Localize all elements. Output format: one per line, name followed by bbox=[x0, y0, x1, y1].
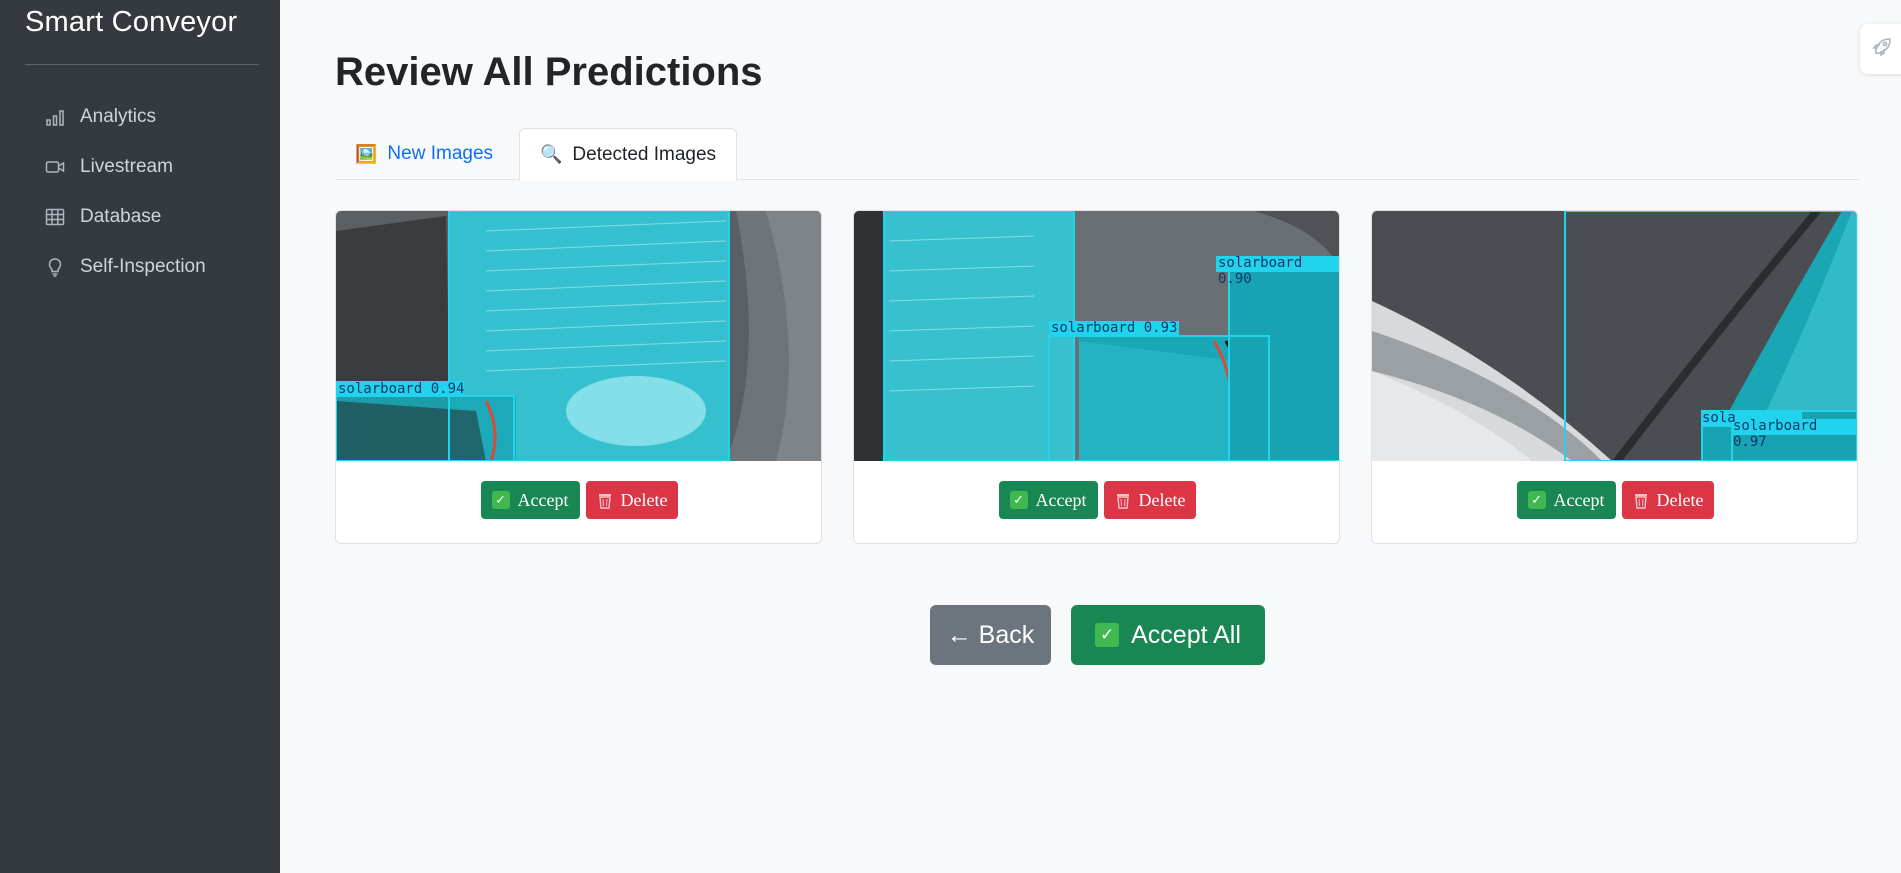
tab-detected-images[interactable]: 🔍 Detected Images bbox=[519, 128, 738, 181]
table-icon bbox=[44, 206, 66, 228]
sidebar-item-label: Analytics bbox=[80, 106, 157, 127]
sidebar-item-livestream[interactable]: Livestream bbox=[0, 142, 280, 192]
accept-label: Accept bbox=[517, 489, 569, 510]
card-actions: ✓ Accept Delete bbox=[854, 481, 1339, 519]
trash-icon bbox=[1115, 491, 1131, 509]
trash-icon bbox=[597, 491, 613, 509]
lightbulb-icon bbox=[44, 256, 66, 278]
delete-button[interactable]: Delete bbox=[585, 481, 679, 519]
detection-label: solarboard 0.93 bbox=[1051, 320, 1178, 336]
prediction-image: sola solarboard 0.97 bbox=[1372, 211, 1857, 461]
tab-label: New Images bbox=[387, 143, 494, 164]
tab-new-images[interactable]: 🖼️ New Images bbox=[335, 128, 513, 180]
card-actions: ✓ Accept Delete bbox=[336, 481, 821, 519]
page-title: Review All Predictions bbox=[335, 50, 763, 94]
detection-label: solarboard 0.90 bbox=[1218, 255, 1303, 287]
accept-label: Accept bbox=[1553, 489, 1605, 510]
delete-label: Delete bbox=[1138, 489, 1186, 510]
check-icon: ✓ bbox=[1527, 491, 1546, 509]
check-icon: ✓ bbox=[1009, 491, 1028, 509]
brand-divider bbox=[25, 64, 259, 65]
rocket-launch-button[interactable] bbox=[1860, 24, 1901, 74]
prediction-card: solarboard 0.94 ✓ Accept Delete bbox=[335, 210, 822, 544]
sidebar-nav: Analytics Livestream Database Self-Inspe… bbox=[0, 92, 280, 292]
sidebar: Smart Conveyor Analytics Livestream Data… bbox=[0, 0, 280, 873]
detection-label: solarboard 0.97 bbox=[1733, 418, 1818, 450]
camera-video-icon bbox=[44, 156, 66, 178]
card-actions: ✓ Accept Delete bbox=[1372, 481, 1857, 519]
rocket-icon bbox=[1871, 36, 1893, 63]
accept-all-button[interactable]: ✓ Accept All bbox=[1071, 605, 1265, 665]
check-icon: ✓ bbox=[1095, 623, 1120, 647]
bar-chart-icon bbox=[44, 106, 66, 128]
prediction-image: solarboard 0.94 bbox=[336, 211, 821, 461]
brand-title[interactable]: Smart Conveyor bbox=[25, 6, 237, 39]
delete-button[interactable]: Delete bbox=[1103, 481, 1197, 519]
back-button[interactable]: ← Back bbox=[930, 605, 1051, 665]
accept-button[interactable]: ✓ Accept bbox=[998, 481, 1098, 519]
accept-button[interactable]: ✓ Accept bbox=[480, 481, 580, 519]
accept-all-label: Accept All bbox=[1131, 620, 1241, 649]
tab-bar: 🖼️ New Images 🔍 Detected Images bbox=[335, 128, 1859, 181]
sidebar-item-label: Livestream bbox=[80, 156, 173, 177]
sidebar-item-self-inspection[interactable]: Self-Inspection bbox=[0, 242, 280, 292]
tab-label: Detected Images bbox=[572, 143, 717, 165]
detection-label: solarboard 0.94 bbox=[338, 381, 465, 397]
sidebar-item-label: Database bbox=[80, 206, 162, 227]
trash-icon bbox=[1633, 491, 1649, 509]
check-icon: ✓ bbox=[491, 491, 510, 509]
sidebar-item-analytics[interactable]: Analytics bbox=[0, 92, 280, 142]
magnifier-icon: 🔍 bbox=[540, 144, 563, 164]
sidebar-item-database[interactable]: Database bbox=[0, 192, 280, 242]
delete-label: Delete bbox=[1656, 489, 1704, 510]
prediction-image: solarboard 0.90 solarboard 0.93 bbox=[854, 211, 1339, 461]
prediction-card: sola solarboard 0.97 ✓ Accept Delete bbox=[1371, 210, 1858, 544]
accept-button[interactable]: ✓ Accept bbox=[1516, 481, 1616, 519]
accept-label: Accept bbox=[1035, 489, 1087, 510]
prediction-card: solarboard 0.90 solarboard 0.93 ✓ Accept… bbox=[853, 210, 1340, 544]
sidebar-item-label: Self-Inspection bbox=[80, 256, 206, 277]
picture-icon: 🖼️ bbox=[355, 143, 378, 164]
delete-label: Delete bbox=[620, 489, 668, 510]
detection-label: sola bbox=[1702, 410, 1736, 426]
delete-button[interactable]: Delete bbox=[1621, 481, 1715, 519]
